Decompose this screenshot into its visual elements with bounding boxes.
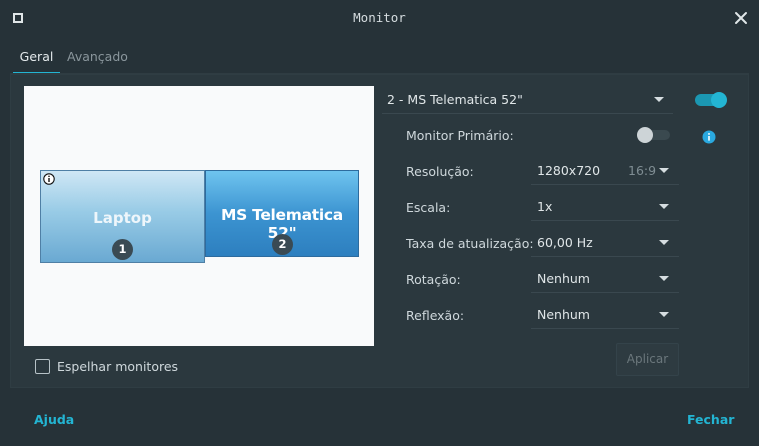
tab-geral[interactable]: Geral	[13, 44, 60, 74]
monitor-select-value: 2 - MS Telematica 52"	[387, 92, 523, 107]
close-icon[interactable]	[733, 10, 749, 26]
title-bar: Monitor	[0, 0, 759, 36]
scale-select[interactable]: 1x	[531, 193, 679, 221]
chevron-down-icon	[659, 276, 669, 281]
mirror-checkbox[interactable]	[35, 359, 50, 374]
primary-monitor-label: Monitor Primário:	[406, 128, 514, 143]
info-icon	[43, 173, 55, 185]
tab-avancado[interactable]: Avançado	[67, 44, 128, 74]
resolution-select[interactable]: 1280x720 16:9	[531, 157, 679, 185]
mirror-label: Espelhar monitores	[57, 359, 179, 374]
monitor-laptop[interactable]: Laptop 1	[40, 170, 205, 263]
reflection-select[interactable]: Nenhum	[531, 301, 679, 329]
monitor-ms-telematica[interactable]: MS Telematica 52" 2	[205, 170, 359, 257]
apply-button[interactable]: Aplicar	[616, 343, 679, 376]
monitor-number-badge: 2	[272, 234, 293, 255]
rotation-label: Rotação:	[406, 272, 461, 287]
monitor-select[interactable]: 2 - MS Telematica 52"	[382, 86, 673, 114]
info-icon[interactable]	[702, 130, 716, 144]
reflection-value: Nenhum	[537, 307, 590, 322]
chevron-down-icon	[654, 97, 664, 102]
scale-label: Escala:	[406, 200, 451, 215]
monitor-layout-preview: Laptop 1 MS Telematica 52" 2	[24, 86, 374, 346]
monitor-number-badge: 1	[112, 239, 133, 260]
chevron-down-icon	[659, 204, 669, 209]
refresh-rate-select[interactable]: 60,00 Hz	[531, 229, 679, 257]
chevron-down-icon	[659, 168, 669, 173]
close-button[interactable]: Fechar	[687, 412, 734, 427]
toggle-knob	[711, 92, 727, 108]
tab-geral-label: Geral	[19, 49, 54, 64]
monitor-enabled-toggle[interactable]	[695, 92, 727, 108]
resolution-value: 1280x720	[537, 163, 601, 178]
monitor-name: Laptop	[93, 209, 152, 227]
chevron-down-icon	[659, 312, 669, 317]
help-button[interactable]: Ajuda	[34, 412, 74, 427]
scale-value: 1x	[537, 199, 553, 214]
rotation-value: Nenhum	[537, 271, 590, 286]
aspect-ratio: 16:9	[628, 163, 657, 178]
toggle-knob	[637, 127, 653, 143]
window-title: Monitor	[353, 10, 406, 25]
rotation-select[interactable]: Nenhum	[531, 265, 679, 293]
primary-monitor-toggle[interactable]	[637, 127, 671, 143]
refresh-rate-label: Taxa de atualização:	[406, 236, 534, 251]
resolution-label: Resolução:	[406, 164, 474, 179]
chevron-down-icon	[659, 240, 669, 245]
refresh-rate-value: 60,00 Hz	[537, 235, 593, 250]
reflection-label: Reflexão:	[406, 308, 465, 323]
